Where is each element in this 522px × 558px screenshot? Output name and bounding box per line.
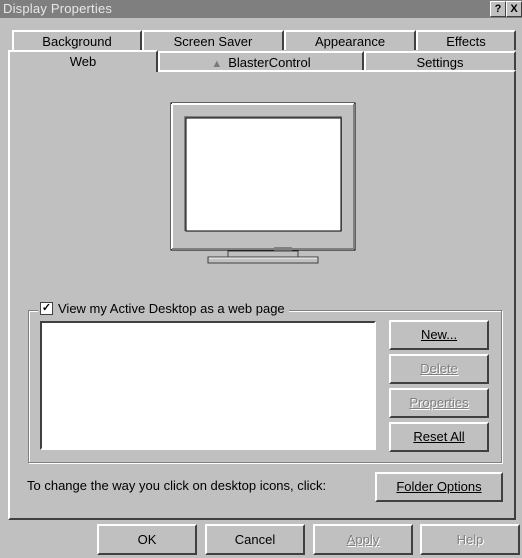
apply-button[interactable]: Apply (313, 524, 413, 555)
reset-all-button[interactable]: Reset All (389, 422, 489, 452)
close-button[interactable]: X (506, 1, 522, 17)
new-button-label: New... (420, 327, 458, 342)
tab-label: Appearance (314, 34, 386, 49)
help-button[interactable]: ? (490, 1, 506, 17)
tab-screen-saver[interactable]: Screen Saver (142, 30, 284, 50)
delete-button[interactable]: Delete (389, 354, 489, 384)
monitor-preview (170, 102, 356, 264)
tab-background[interactable]: Background (12, 30, 142, 50)
tab-effects[interactable]: Effects (416, 30, 516, 50)
tab-label: Screen Saver (173, 34, 253, 49)
properties-button-label: Properties (409, 395, 469, 410)
help-footer-button[interactable]: Help (420, 524, 520, 555)
checkbox-label: View my Active Desktop as a web page (58, 301, 285, 316)
tab-web[interactable]: Web (8, 50, 158, 72)
reset-all-button-label: Reset All (413, 429, 465, 444)
tab-label: Background (42, 34, 112, 49)
title-bar: Display Properties ? X (0, 0, 522, 18)
tab-label: Settings (416, 55, 464, 70)
tab-label: Effects (446, 34, 486, 49)
tab-label: Web (69, 54, 97, 69)
folder-options-button[interactable]: Folder Options (375, 472, 503, 502)
properties-button[interactable]: Properties (389, 388, 489, 418)
tab-appearance[interactable]: Appearance (284, 30, 416, 50)
tab-label: BlasterControl (228, 55, 311, 70)
web-items-list[interactable] (40, 321, 376, 450)
help-button-label: Help (456, 532, 484, 547)
new-button[interactable]: New... (389, 320, 489, 350)
window-title: Display Properties (3, 1, 113, 16)
ok-button-label: OK (137, 532, 157, 547)
active-desktop-checkbox[interactable]: ✓ (40, 302, 53, 315)
cancel-button[interactable]: Cancel (205, 524, 305, 555)
apply-button-label: Apply (346, 532, 380, 547)
tab-settings[interactable]: Settings (364, 51, 516, 71)
click-hint-text: To change the way you click on desktop i… (27, 478, 327, 493)
active-desktop-checkbox-row[interactable]: ✓ View my Active Desktop as a web page (38, 301, 289, 316)
ok-button[interactable]: OK (97, 524, 197, 555)
folder-options-button-label: Folder Options (396, 479, 482, 494)
cancel-button-label: Cancel (234, 532, 276, 547)
delete-button-label: Delete (420, 361, 458, 376)
blaster-icon: ▲ (211, 58, 223, 70)
tab-blastercontrol[interactable]: ▲ BlasterControl (158, 51, 364, 71)
